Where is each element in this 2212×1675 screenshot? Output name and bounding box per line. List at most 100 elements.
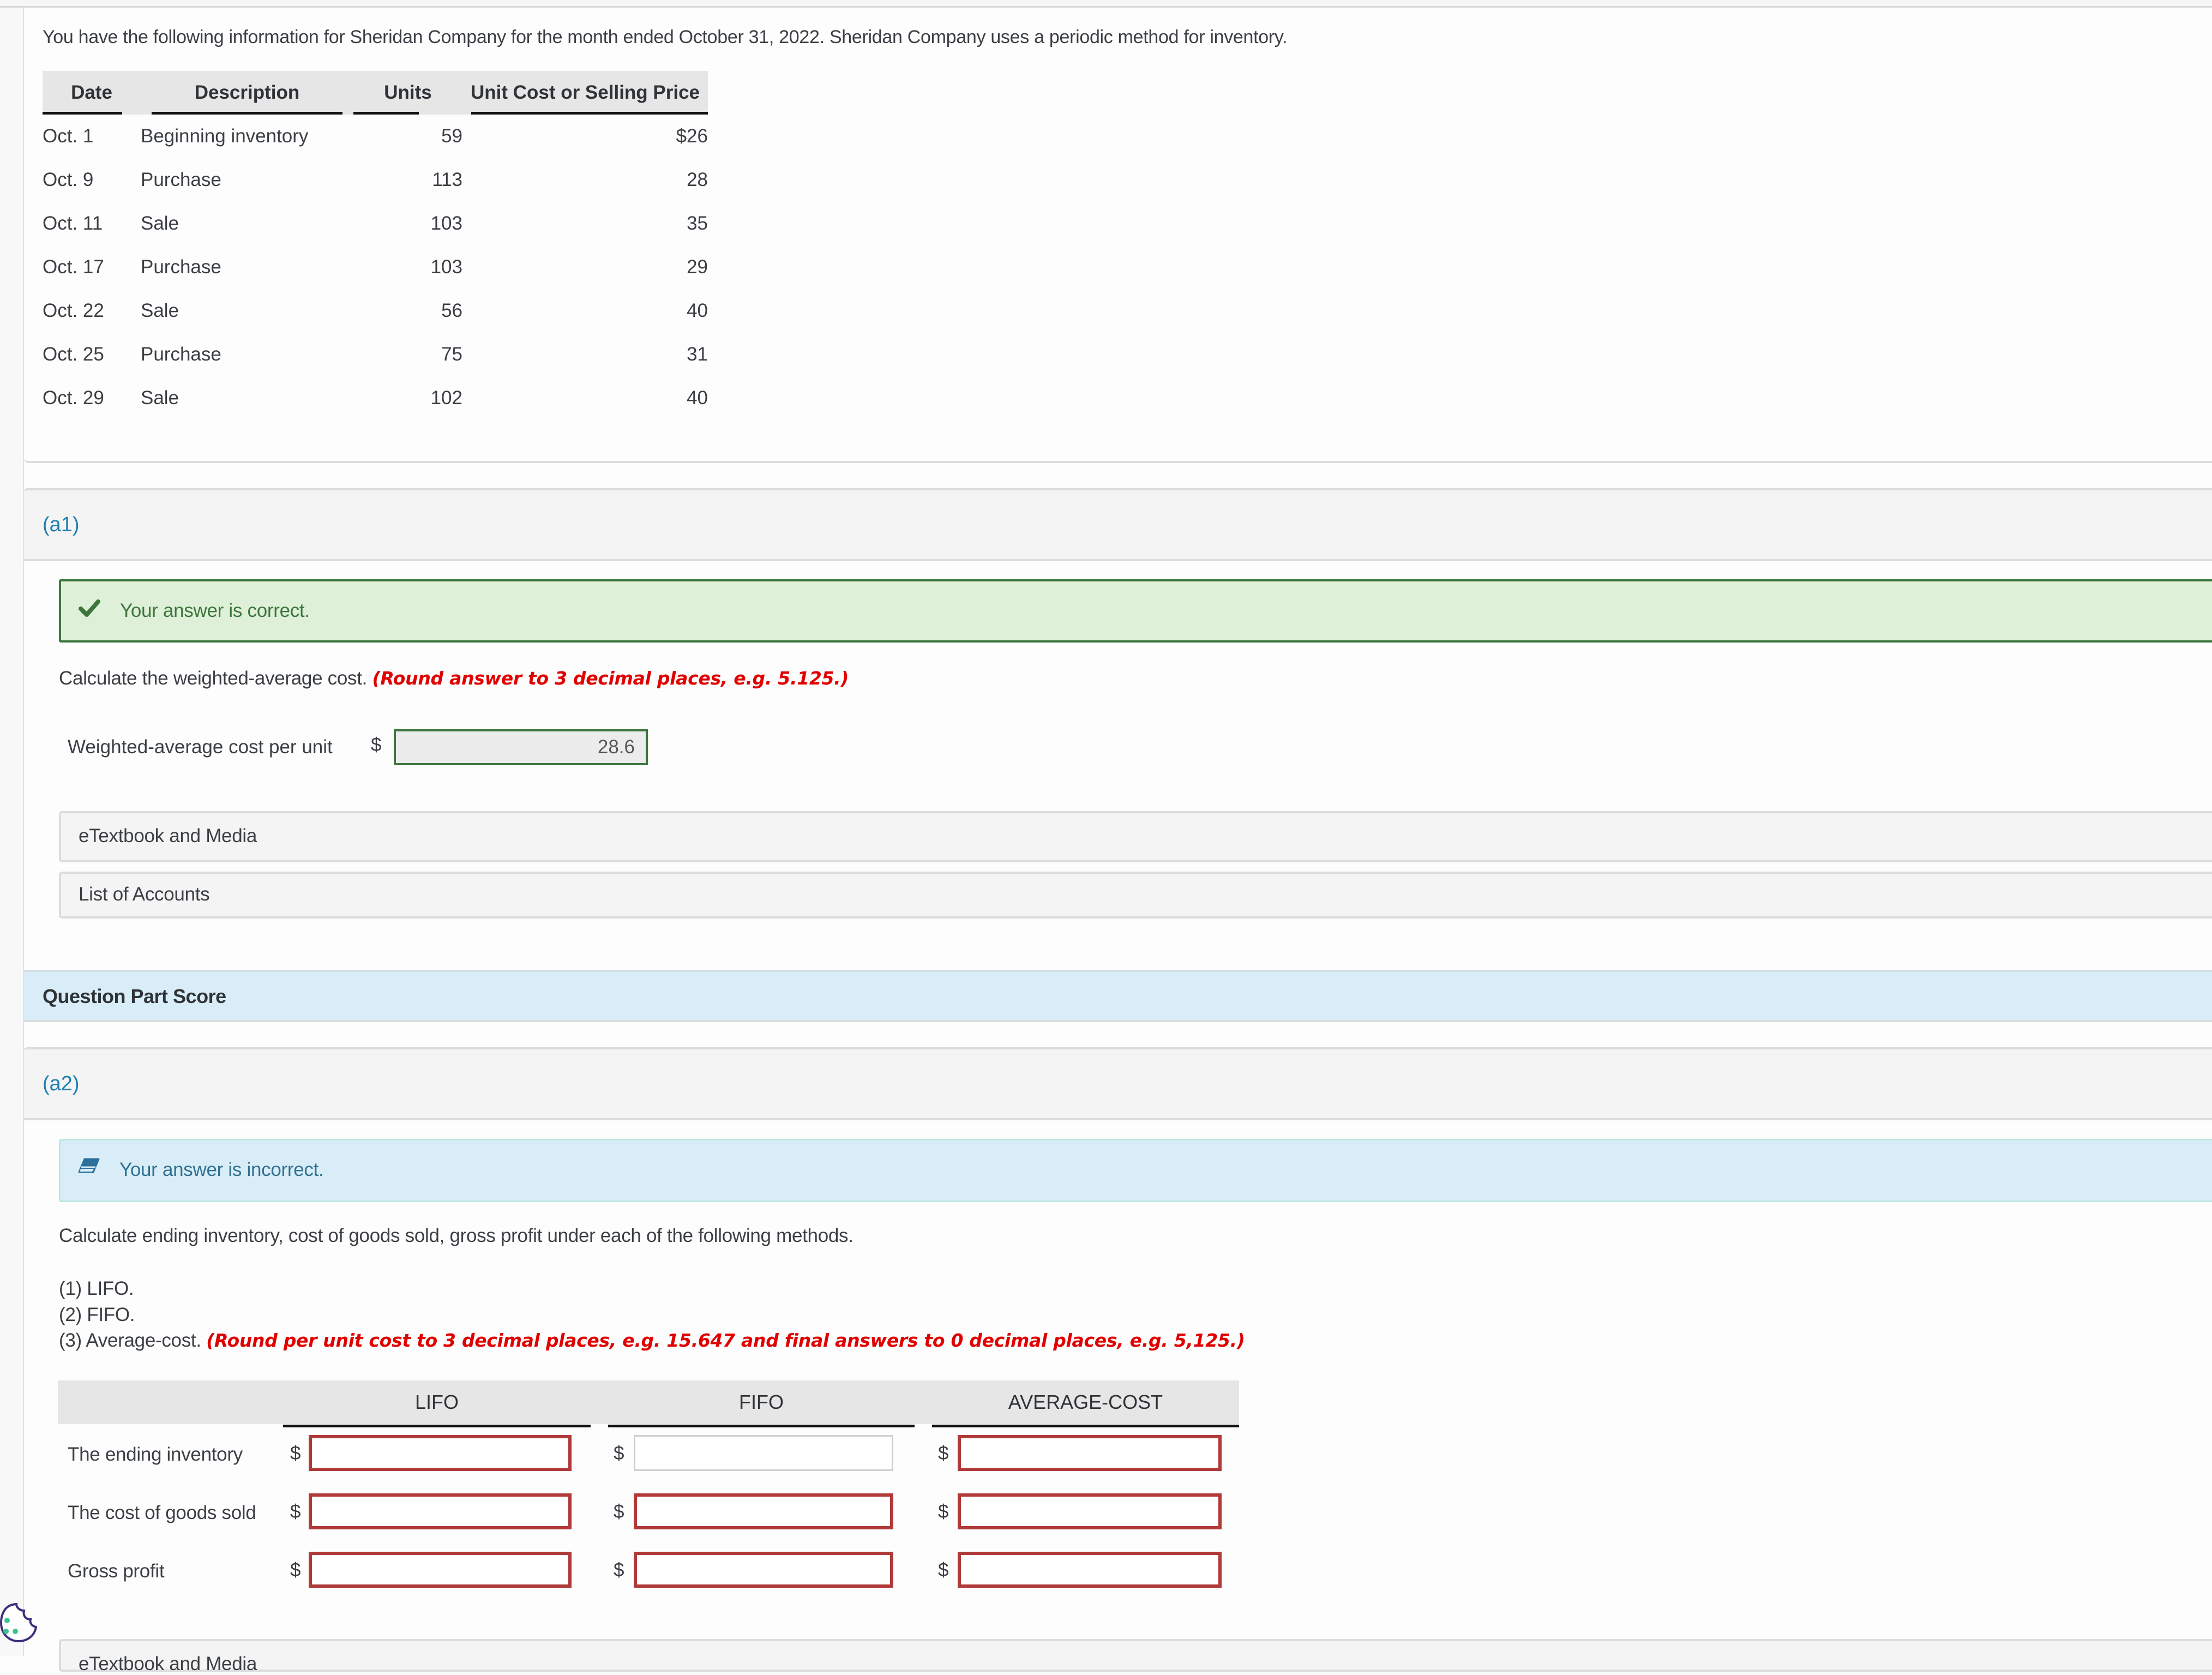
problem-statement-panel: You have the following information for S… (24, 9, 2212, 463)
header-units: Units (353, 71, 462, 115)
unit-cost-cell: 35 (687, 213, 708, 234)
etextbook-media-label-a2[interactable]: eTextbook and Media (79, 1653, 257, 1675)
header-unit-cost: Unit Cost or Selling Price (462, 71, 708, 115)
part-a1-rounding-note: (Round answer to 3 decimal places, e.g. … (372, 668, 849, 689)
unit-cost-cell: 28 (687, 169, 708, 190)
eraser-icon (78, 1158, 100, 1173)
fifo-cost-of-goods-sold-input[interactable] (634, 1493, 893, 1529)
currency-symbol: $ (290, 1443, 301, 1464)
date-cell: Oct. 29 (43, 387, 104, 409)
weighted-average-label: Weighted-average cost per unit (68, 736, 333, 758)
currency-symbol: $ (938, 1443, 949, 1464)
list-of-accounts-label[interactable]: List of Accounts (79, 884, 210, 905)
currency-symbol: $ (938, 1501, 949, 1522)
correct-answer-alert: Your answer is correct. (59, 579, 2212, 643)
correct-answer-message: Your answer is correct. (120, 600, 310, 621)
currency-symbol: $ (290, 1559, 301, 1581)
etextbook-media-label[interactable]: eTextbook and Media (79, 825, 257, 847)
average-cost-ending-inventory-input[interactable] (958, 1435, 1222, 1471)
part-a1-instruction: Calculate the weighted-average cost. (Ro… (59, 668, 849, 689)
header-date: Date (43, 71, 141, 115)
units-cell: 59 (441, 125, 462, 147)
description-cell: Sale (141, 300, 179, 321)
incorrect-answer-message: Your answer is incorrect. (119, 1159, 324, 1180)
method-average: (3) Average-cost. (Round per unit cost t… (59, 1330, 1245, 1352)
checkmark-icon (79, 599, 100, 617)
question-part-score-label: Question Part Score (43, 985, 226, 1007)
part-a2-instruction: Calculate ending inventory, cost of good… (59, 1225, 853, 1246)
date-cell: Oct. 9 (43, 169, 94, 190)
lifo-ending-inventory-input[interactable] (309, 1435, 572, 1471)
column-average-cost: AVERAGE-COST (932, 1380, 1239, 1427)
inventory-row: Oct. 22 Sale 56 40 (43, 289, 708, 333)
etextbook-media-panel[interactable]: eTextbook and Media (59, 811, 2212, 862)
currency-symbol: $ (614, 1501, 624, 1522)
column-lifo: LIFO (283, 1380, 591, 1427)
method-fifo: (2) FIFO. (59, 1304, 135, 1325)
currency-symbol: $ (614, 1443, 624, 1464)
date-cell: Oct. 1 (43, 125, 94, 147)
part-a1-label[interactable]: (a1) (43, 513, 80, 537)
date-cell: Oct. 25 (43, 344, 104, 365)
description-cell: Sale (141, 387, 179, 409)
header-description: Description (141, 71, 353, 115)
inventory-row: Oct. 11 Sale 103 35 (43, 202, 708, 245)
units-cell: 103 (430, 256, 462, 278)
description-cell: Purchase (141, 344, 221, 365)
description-cell: Sale (141, 213, 179, 234)
part-a2-rounding-note: (Round per unit cost to 3 decimal places… (206, 1330, 1245, 1351)
inventory-row: Oct. 9 Purchase 113 28 (43, 158, 708, 202)
currency-symbol: $ (371, 734, 382, 755)
column-fifo: FIFO (608, 1380, 915, 1427)
currency-symbol: $ (290, 1501, 301, 1522)
fifo-gross-profit-input[interactable] (634, 1552, 893, 1588)
average-cost-gross-profit-input[interactable] (958, 1552, 1222, 1588)
unit-cost-cell: 40 (687, 300, 708, 321)
inventory-row: Oct. 29 Sale 102 40 (43, 376, 708, 420)
units-cell: 102 (430, 387, 462, 409)
list-of-accounts-panel[interactable]: List of Accounts (59, 872, 2212, 918)
date-cell: Oct. 22 (43, 300, 104, 321)
date-cell: Oct. 17 (43, 256, 104, 278)
cost-of-goods-sold-label: The cost of goods sold (68, 1502, 256, 1523)
average-cost-cost-of-goods-sold-input[interactable] (958, 1493, 1222, 1529)
top-bar (0, 0, 2212, 8)
fifo-ending-inventory-input[interactable] (634, 1435, 893, 1471)
etextbook-media-panel-a2[interactable]: eTextbook and Media (59, 1639, 2212, 1675)
gross-profit-label: Gross profit (68, 1560, 165, 1582)
currency-symbol: $ (614, 1559, 624, 1581)
description-cell: Purchase (141, 169, 221, 190)
inventory-table: Date Description Units Unit Cost or Sell… (43, 71, 708, 420)
weighted-average-cost-input[interactable] (394, 729, 648, 765)
part-a2-label[interactable]: (a2) (43, 1072, 80, 1096)
part-a2-header[interactable]: (a2) (24, 1047, 2212, 1120)
lifo-gross-profit-input[interactable] (309, 1552, 572, 1588)
inventory-table-header: Date Description Units Unit Cost or Sell… (43, 71, 708, 115)
unit-cost-cell: 31 (687, 344, 708, 365)
units-cell: 103 (430, 213, 462, 234)
part-a1-header[interactable]: (a1) (24, 488, 2212, 561)
unit-cost-cell: 40 (687, 387, 708, 409)
cookie-settings-icon[interactable] (0, 1601, 38, 1644)
unit-cost-cell: 29 (687, 256, 708, 278)
method-lifo: (1) LIFO. (59, 1278, 134, 1299)
left-rail (0, 8, 24, 1656)
description-cell: Beginning inventory (141, 125, 309, 147)
unit-cost-cell: $26 (676, 125, 708, 147)
units-cell: 56 (441, 300, 462, 321)
inventory-row: Oct. 17 Purchase 103 29 (43, 245, 708, 289)
ending-inventory-label: The ending inventory (68, 1444, 243, 1465)
lifo-cost-of-goods-sold-input[interactable] (309, 1493, 572, 1529)
units-cell: 113 (432, 169, 462, 190)
method-average-text: (3) Average-cost. (59, 1330, 201, 1351)
part-a1-instruction-text: Calculate the weighted-average cost. (59, 668, 368, 689)
currency-symbol: $ (938, 1559, 949, 1581)
date-cell: Oct. 11 (43, 213, 103, 234)
description-cell: Purchase (141, 256, 221, 278)
question-part-score-bar: Question Part Score (24, 970, 2212, 1022)
inventory-row: Oct. 25 Purchase 75 31 (43, 333, 708, 376)
incorrect-answer-alert: Your answer is incorrect. (59, 1139, 2212, 1202)
units-cell: 75 (441, 344, 462, 365)
inventory-row: Oct. 1 Beginning inventory 59 $26 (43, 115, 708, 158)
problem-statement: You have the following information for S… (43, 27, 1288, 47)
